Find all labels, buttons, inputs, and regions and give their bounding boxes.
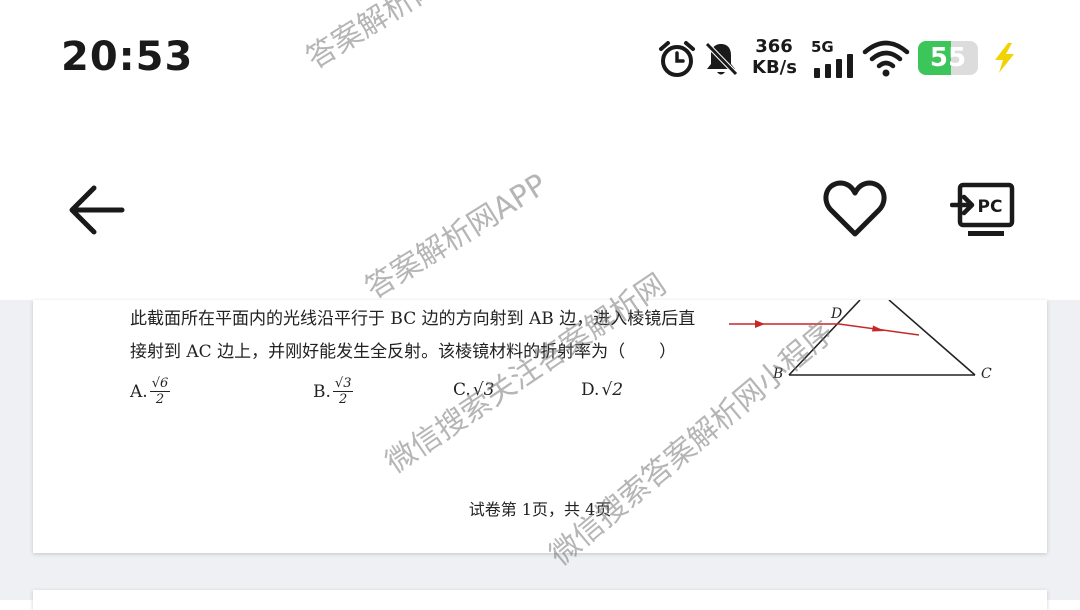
document-page: 此截面所在平面内的光线沿平行于 BC 边的方向射到 AB 边，进入棱镜后直 接射… (33, 300, 1047, 553)
wifi-icon (862, 40, 910, 77)
refracted-ray-arrow (872, 325, 885, 332)
option-a-numerator: √6 (149, 376, 171, 392)
option-d: D. √2 (581, 380, 623, 400)
battery-percentage: 55 (929, 43, 967, 73)
option-c: C. √3 (453, 380, 494, 400)
clock: 20:53 (61, 34, 194, 80)
back-button[interactable] (62, 180, 128, 240)
status-bar: 20:53 366 KB/s 5G 55 (0, 0, 1080, 115)
option-b-numerator: √3 (332, 376, 354, 392)
question-text-line-1: 此截面所在平面内的光线沿平行于 BC 边的方向射到 AB 边，进入棱镜后直 (130, 309, 696, 329)
battery-icon: 55 (918, 41, 978, 75)
incident-ray-arrow (755, 320, 765, 328)
speed-unit: KB/s (752, 57, 797, 78)
document-viewer[interactable]: 此截面所在平面内的光线沿平行于 BC 边的方向射到 AB 边，进入棱镜后直 接射… (0, 300, 1080, 610)
vertex-label-b: B (772, 366, 783, 382)
prism-edge-ac (888, 300, 976, 376)
page-footer: 试卷第 1页，共 4页 (468, 500, 612, 519)
back-arrow-icon (69, 185, 125, 235)
pc-view-button[interactable]: PC (949, 181, 1018, 241)
option-b: B. √3 2 (313, 376, 354, 407)
prism-diagram: D B C (729, 300, 992, 382)
network-speed: 366 KB/s (752, 36, 797, 78)
vertex-label-d: D (830, 306, 842, 322)
pc-label: PC (978, 197, 1003, 217)
option-d-label: D. (581, 380, 600, 400)
option-a-label: A. (130, 381, 148, 402)
heart-icon (823, 180, 887, 237)
option-b-fraction: √3 2 (332, 376, 354, 407)
favorite-button[interactable] (822, 178, 888, 240)
next-document-page (33, 590, 1047, 610)
prism-edge-ab (788, 300, 861, 376)
option-c-expression: √3 (472, 380, 495, 400)
mute-bell-icon (705, 42, 738, 76)
option-a-denominator: 2 (155, 392, 165, 407)
speed-value: 366 (755, 36, 793, 57)
option-b-denominator: 2 (339, 392, 348, 407)
charging-icon (995, 43, 1014, 73)
option-d-expression: √2 (601, 380, 624, 400)
option-a-fraction: √6 2 (149, 376, 171, 407)
option-c-label: C. (453, 380, 471, 400)
app-header: PC (0, 115, 1080, 300)
signal-icon (814, 54, 853, 78)
alarm-icon (659, 41, 695, 77)
option-b-label: B. (313, 381, 331, 402)
pc-cast-icon: PC (949, 182, 1015, 236)
option-a: A. √6 2 (130, 376, 171, 407)
question-text-line-2: 接射到 AC 边上，并刚好能发生全反射。该棱镜材料的折射率为（ ） (130, 342, 677, 362)
vertex-label-c: C (981, 366, 992, 382)
